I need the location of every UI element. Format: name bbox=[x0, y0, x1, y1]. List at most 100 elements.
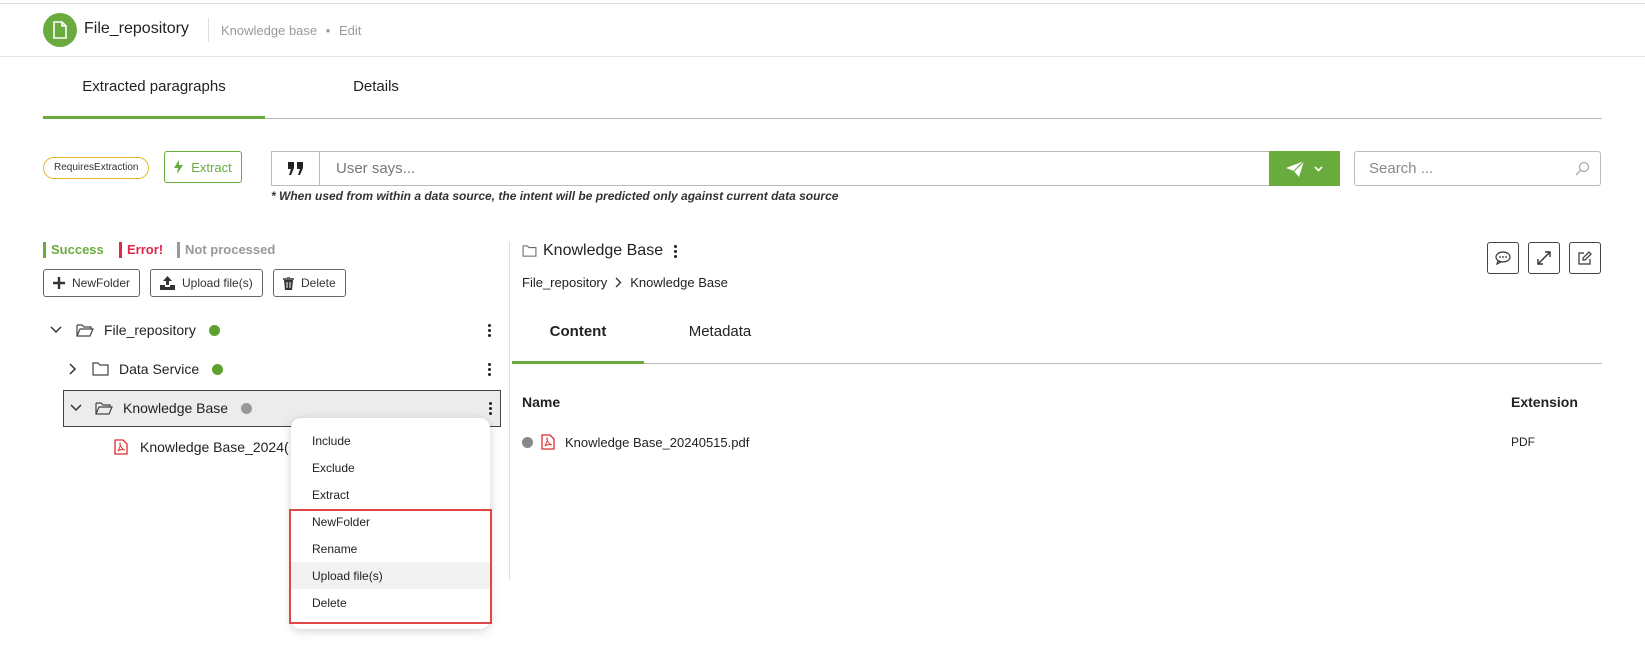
menu-item-label: NewFolder bbox=[312, 514, 371, 529]
panel-divider[interactable] bbox=[509, 242, 510, 580]
menu-item-label: Extract bbox=[312, 487, 350, 502]
breadcrumb-mode: Edit bbox=[338, 23, 362, 38]
folder-icon bbox=[522, 245, 537, 257]
tab-metadata[interactable]: Metadata bbox=[644, 302, 796, 361]
folder-open-icon bbox=[76, 324, 94, 337]
menu-item-extract[interactable]: Extract bbox=[291, 481, 490, 508]
lightning-icon bbox=[174, 160, 184, 174]
menu-item-include[interactable]: Include bbox=[291, 427, 490, 454]
column-header-extension[interactable]: Extension bbox=[1511, 394, 1578, 410]
expand-icon bbox=[1537, 251, 1551, 265]
menu-item-new-folder[interactable]: NewFolder bbox=[291, 508, 490, 535]
send-icon bbox=[1286, 160, 1304, 177]
header-breadcrumb: Knowledge base • Edit bbox=[221, 23, 361, 38]
legend-error: Error! bbox=[119, 242, 163, 258]
send-button[interactable] bbox=[1269, 151, 1340, 186]
document-icon bbox=[53, 21, 67, 39]
menu-item-upload-files[interactable]: Upload file(s) bbox=[291, 562, 490, 589]
intent-hint: * When used from within a data source, t… bbox=[271, 189, 839, 203]
context-menu: Include Exclude Extract NewFolder Rename… bbox=[291, 418, 490, 629]
status-badge: RequiresExtraction bbox=[43, 157, 150, 179]
upload-icon bbox=[160, 276, 175, 290]
tab-extracted-paragraphs[interactable]: Extracted paragraphs bbox=[43, 56, 265, 119]
menu-item-label: Delete bbox=[312, 595, 347, 610]
chevron-down-icon[interactable] bbox=[50, 326, 62, 334]
upload-files-button[interactable]: Upload file(s) bbox=[150, 269, 263, 297]
tree-node-label: File_repository bbox=[104, 322, 196, 338]
pdf-icon bbox=[541, 434, 555, 450]
kebab-menu-icon[interactable] bbox=[487, 362, 491, 376]
tab-label: Content bbox=[549, 323, 607, 340]
tree-node-file-repository[interactable]: File_repository bbox=[50, 312, 500, 348]
legend-success: Success bbox=[43, 242, 104, 258]
chevron-right-icon bbox=[615, 277, 622, 288]
folder-icon bbox=[92, 362, 109, 376]
tree-node-file[interactable]: Knowledge Base_2024( bbox=[114, 429, 294, 465]
tree-node-label: Knowledge Base bbox=[123, 400, 229, 416]
breadcrumb-section[interactable]: Knowledge base bbox=[221, 23, 317, 38]
status-dot-success bbox=[212, 363, 224, 375]
delete-button[interactable]: Delete bbox=[273, 269, 346, 297]
breadcrumb-separator: • bbox=[325, 23, 331, 38]
file-name[interactable]: Knowledge Base_20240515.pdf bbox=[565, 435, 749, 450]
status-dot-success bbox=[208, 324, 220, 336]
status-dot-not-processed bbox=[241, 402, 253, 414]
menu-item-delete[interactable]: Delete bbox=[291, 589, 490, 616]
kebab-menu-icon[interactable] bbox=[487, 323, 491, 337]
tab-details[interactable]: Details bbox=[265, 56, 487, 116]
new-folder-label: NewFolder bbox=[72, 276, 131, 290]
quote-button[interactable] bbox=[271, 151, 320, 186]
quote-icon bbox=[288, 162, 303, 175]
breadcrumb-current: Knowledge Base bbox=[630, 275, 728, 290]
content-tabs: Content Metadata bbox=[512, 302, 1602, 364]
pdf-icon bbox=[114, 439, 128, 455]
edit-button[interactable] bbox=[1569, 242, 1601, 274]
panel-title: Knowledge Base bbox=[522, 242, 677, 260]
chevron-down-icon bbox=[1314, 165, 1323, 172]
search-icon[interactable] bbox=[1575, 161, 1590, 176]
tree-node-label: Knowledge Base_2024( bbox=[140, 439, 289, 455]
extract-label: Extract bbox=[191, 159, 232, 175]
table-row[interactable]: Knowledge Base_20240515.pdf PDF bbox=[522, 432, 1602, 452]
tree-node-label: Data Service bbox=[119, 361, 200, 377]
status-dot-not-processed bbox=[522, 436, 533, 448]
search-box bbox=[1354, 151, 1601, 186]
menu-item-label: Upload file(s) bbox=[312, 568, 383, 583]
comment-icon bbox=[1495, 251, 1511, 265]
menu-item-exclude[interactable]: Exclude bbox=[291, 454, 490, 481]
extract-button[interactable]: Extract bbox=[164, 151, 242, 183]
column-header-name[interactable]: Name bbox=[522, 394, 560, 410]
app-logo bbox=[43, 13, 77, 47]
user-says-input[interactable] bbox=[319, 151, 1271, 186]
plus-icon bbox=[53, 277, 65, 289]
app-title: File_repository bbox=[84, 20, 189, 37]
trash-icon bbox=[283, 276, 294, 290]
folder-open-icon bbox=[95, 402, 113, 415]
panel-title-text: Knowledge Base bbox=[543, 242, 664, 259]
main-tabs: Extracted paragraphs Details bbox=[43, 56, 1602, 119]
search-input[interactable] bbox=[1355, 152, 1593, 185]
breadcrumb-root[interactable]: File_repository bbox=[522, 275, 607, 290]
edit-icon bbox=[1578, 251, 1592, 265]
tab-label: Details bbox=[353, 77, 399, 95]
panel-breadcrumb: File_repository Knowledge Base bbox=[522, 275, 728, 290]
menu-item-rename[interactable]: Rename bbox=[291, 535, 490, 562]
delete-label: Delete bbox=[301, 276, 336, 290]
chevron-down-icon[interactable] bbox=[70, 404, 82, 412]
menu-item-label: Include bbox=[312, 433, 351, 448]
comment-button[interactable] bbox=[1487, 242, 1519, 274]
tree-node-data-service[interactable]: Data Service bbox=[69, 351, 500, 387]
legend-not-processed: Not processed bbox=[177, 242, 275, 258]
tab-label: Metadata bbox=[688, 323, 752, 340]
file-extension: PDF bbox=[1511, 435, 1535, 449]
chevron-right-icon[interactable] bbox=[69, 363, 77, 375]
expand-button[interactable] bbox=[1528, 242, 1560, 274]
menu-item-label: Rename bbox=[312, 541, 358, 556]
new-folder-button[interactable]: NewFolder bbox=[43, 269, 141, 297]
menu-item-label: Exclude bbox=[312, 460, 355, 475]
kebab-menu-icon[interactable] bbox=[673, 244, 677, 258]
kebab-menu-icon[interactable] bbox=[488, 401, 492, 415]
tab-content[interactable]: Content bbox=[512, 302, 644, 364]
upload-files-label: Upload file(s) bbox=[182, 276, 253, 290]
header-divider bbox=[208, 18, 209, 42]
